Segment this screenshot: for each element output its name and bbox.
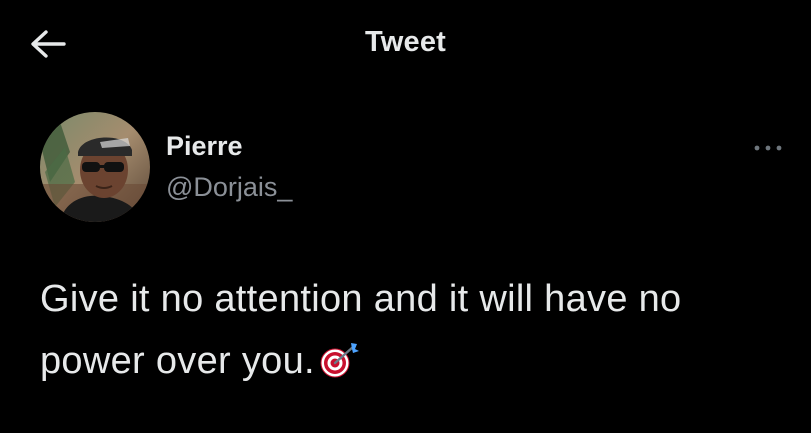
- top-bar: Tweet: [0, 0, 811, 90]
- more-horizontal-icon: [754, 145, 782, 151]
- avatar[interactable]: [40, 112, 150, 222]
- profile-photo: [40, 112, 150, 222]
- page-title: Tweet: [364, 26, 447, 58]
- tweet-body: Give it no attention and it will have no…: [40, 268, 785, 398]
- direct-hit-target-icon: [319, 336, 361, 398]
- more-options-button[interactable]: [748, 134, 788, 162]
- author-name[interactable]: Pierre: [166, 131, 243, 162]
- tweet-author: Pierre @Dorjais_: [40, 112, 782, 224]
- author-handle[interactable]: @Dorjais_: [166, 172, 292, 203]
